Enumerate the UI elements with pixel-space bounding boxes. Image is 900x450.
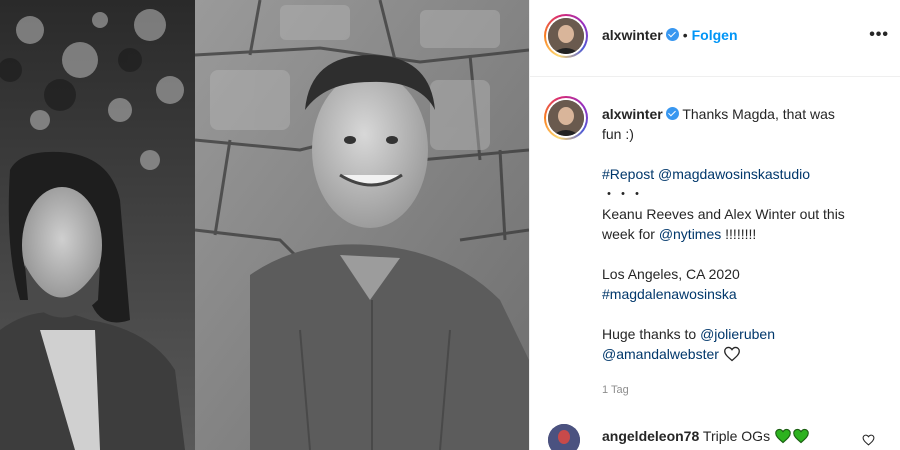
verified-badge-icon xyxy=(665,28,679,41)
amandalwebster-mention-link[interactable]: @amandalwebster xyxy=(602,346,719,362)
nytimes-mention-link[interactable]: @nytimes xyxy=(659,226,721,242)
avatar-photo-icon xyxy=(548,100,584,136)
green-heart-emoji-icon xyxy=(793,428,809,444)
more-options-icon[interactable]: ••• xyxy=(869,26,889,44)
caption-author-avatar[interactable] xyxy=(544,96,588,140)
post-caption: alxwinter Thanks Magda, that was fun :) … xyxy=(544,92,889,364)
avatar-photo-icon xyxy=(548,424,580,450)
post-timestamp[interactable]: 1 Tag xyxy=(602,384,629,396)
comment-text-row: angeldeleon78 Triple OGs xyxy=(602,428,810,444)
post-header: alxwinter • Folgen ••• xyxy=(530,0,900,77)
jolieruben-mention-link[interactable]: @jolieruben xyxy=(700,326,775,342)
caption-thanks-prefix: Huge thanks to xyxy=(602,326,697,342)
author-username[interactable]: alxwinter xyxy=(602,27,663,43)
comment-text: Triple OGs xyxy=(702,428,771,444)
follow-button[interactable]: Folgen xyxy=(692,27,738,43)
post-photo[interactable] xyxy=(0,0,529,450)
caption-dots: ・・・ xyxy=(602,186,644,202)
verified-badge-icon xyxy=(665,107,679,120)
caption-location: Los Angeles, CA 2020 xyxy=(602,266,740,282)
caption-week-suffix: !!!!!!!! xyxy=(725,226,757,242)
author-avatar[interactable] xyxy=(544,14,588,58)
heart-outline-icon xyxy=(724,346,740,362)
caption-text: alxwinter Thanks Magda, that was fun :) … xyxy=(602,92,889,364)
photo-illustration xyxy=(0,0,529,450)
caption-line-1: Thanks Magda, that was xyxy=(682,106,835,122)
separator-dot: • xyxy=(682,27,688,43)
hashtag-link[interactable]: #magdalenawosinska xyxy=(602,286,737,302)
caption-keanu-line: Keanu Reeves and Alex Winter out this xyxy=(602,206,845,222)
post-side-panel: alxwinter • Folgen ••• alxwinter Thanks Ma… xyxy=(529,0,900,450)
caption-week-prefix: week for xyxy=(602,226,655,242)
comment-item: angeldeleon78 Triple OGs xyxy=(544,420,889,450)
commenter-avatar[interactable] xyxy=(548,424,580,450)
caption-line-2: fun :) xyxy=(602,126,634,142)
caption-username[interactable]: alxwinter xyxy=(602,106,663,122)
green-heart-emoji-icon xyxy=(775,428,791,444)
repost-mention-link[interactable]: @magdawosinskastudio xyxy=(658,166,810,182)
repost-hashtag-link[interactable]: #Repost xyxy=(602,166,654,182)
comment-like-heart-icon[interactable] xyxy=(862,434,875,446)
avatar-photo-icon xyxy=(548,18,584,54)
header-user-row: alxwinter • Folgen xyxy=(602,27,738,43)
commenter-username[interactable]: angeldeleon78 xyxy=(602,428,699,444)
